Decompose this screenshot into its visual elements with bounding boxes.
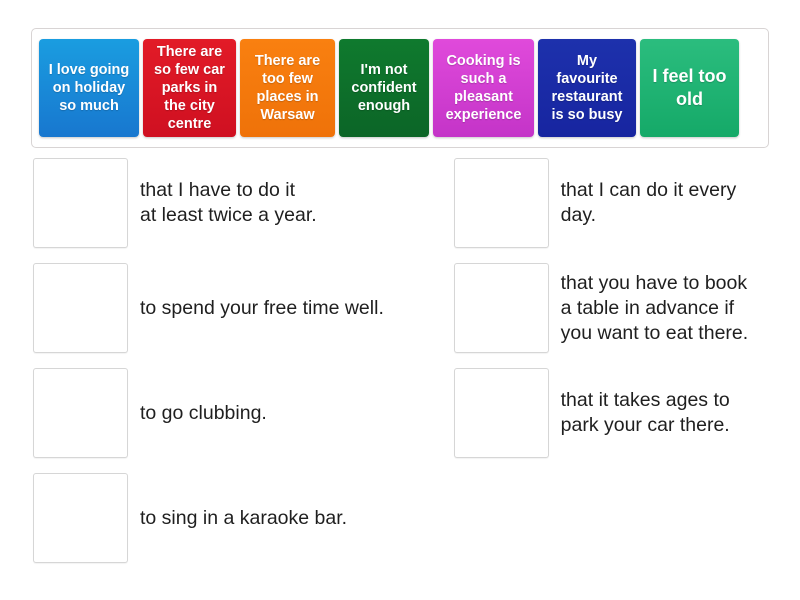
draggable-tile-0[interactable]: I love going on holiday so much: [39, 39, 139, 137]
tile-label-4: Cooking is such a pleasant experience: [445, 53, 522, 123]
answer-row: that it takes ages to park your car ther…: [453, 368, 773, 458]
answer-row: to go clubbing.: [33, 368, 401, 458]
tile-label-2: There are too few places in Warsaw: [254, 53, 321, 123]
answer-row: to spend your free time well.: [33, 263, 401, 353]
answer-text-left-2: to spend your free time well.: [140, 296, 384, 319]
draggable-tile-2[interactable]: There are too few places in Warsaw: [240, 39, 335, 137]
draggable-tile-6[interactable]: I feel too old: [640, 39, 739, 137]
drop-zone-left-3[interactable]: [33, 368, 128, 458]
answer-row: that I have to do it at least twice a ye…: [33, 158, 401, 248]
tile-label-1: There are so few car parks in the city c…: [154, 44, 225, 132]
tile-label-5: My favourite restaurant is so busy: [551, 53, 623, 123]
answer-text-left-3: to go clubbing.: [140, 401, 267, 424]
answer-text-right-3: that it takes ages to park your car ther…: [560, 389, 730, 436]
drop-zone-left-4[interactable]: [33, 473, 128, 563]
answer-text-right-1: that I can do it every day.: [560, 179, 737, 226]
answer-text-right-2: that you have to book a table in advance…: [560, 271, 749, 344]
answer-text-left-1: that I have to do it at least twice a ye…: [140, 179, 317, 226]
answer-row: to sing in a karaoke bar.: [33, 473, 401, 563]
draggable-tile-tray: I love going on holiday so much There ar…: [31, 28, 769, 148]
tile-label-0: I love going on holiday so much: [48, 62, 130, 114]
draggable-tile-4[interactable]: Cooking is such a pleasant experience: [433, 39, 534, 137]
drop-zone-right-1[interactable]: [453, 158, 549, 248]
answer-row: that you have to book a table in advance…: [453, 263, 773, 353]
drop-zone-right-3[interactable]: [453, 368, 549, 458]
draggable-tile-5[interactable]: My favourite restaurant is so busy: [538, 39, 636, 137]
drop-zone-left-1[interactable]: [33, 158, 128, 248]
tile-label-3: I'm not confident enough: [351, 62, 417, 114]
draggable-tile-3[interactable]: I'm not confident enough: [339, 39, 429, 137]
answer-row: that I can do it every day.: [453, 158, 773, 248]
answer-column-left: that I have to do it at least twice a ye…: [33, 158, 401, 578]
tile-label-6: I feel too old: [652, 66, 727, 109]
drop-zone-left-2[interactable]: [33, 263, 128, 353]
answer-text-left-4: to sing in a karaoke bar.: [140, 506, 348, 529]
drop-zone-right-2[interactable]: [453, 263, 549, 353]
answer-grid: that I have to do it at least twice a ye…: [33, 158, 773, 578]
draggable-tile-1[interactable]: There are so few car parks in the city c…: [143, 39, 236, 137]
answer-column-right: that I can do it every day. that you hav…: [453, 158, 773, 578]
